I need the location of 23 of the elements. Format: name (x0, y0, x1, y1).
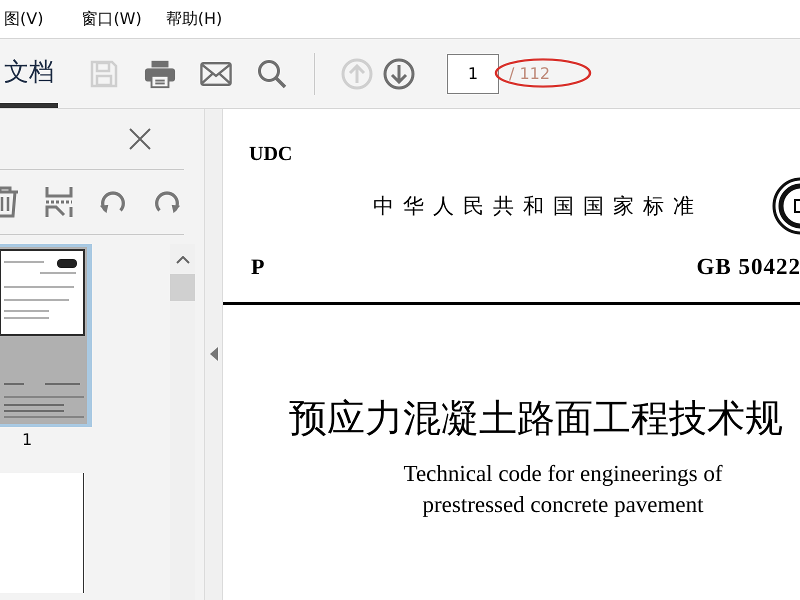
menu-item[interactable]: 窗口(W) (81, 8, 142, 30)
collapse-panel-icon[interactable] (210, 346, 218, 360)
next-page-icon[interactable] (383, 58, 415, 90)
menu-item[interactable]: 图(V) (4, 8, 44, 30)
search-icon[interactable] (256, 58, 288, 88)
scroll-up-icon[interactable] (176, 256, 190, 264)
standard-heading: 中华人民共和国国家标准 (373, 193, 703, 220)
scrollbar-thumb[interactable] (170, 274, 195, 301)
page-total: / 112 (508, 64, 550, 83)
extract-pages-icon[interactable] (44, 186, 74, 218)
page-number-label: 1 (22, 430, 32, 449)
print-icon[interactable] (144, 58, 176, 88)
udc-label: UDC (249, 143, 294, 166)
page-thumbnail[interactable] (0, 473, 84, 593)
english-title-line: Technical code for engineerings of (402, 460, 724, 488)
close-icon[interactable] (128, 127, 152, 151)
document-title: 预应力混凝土路面工程技术规 (289, 397, 784, 442)
page-number-field[interactable]: 1 (447, 54, 499, 94)
standard-number: GB 50422 (696, 254, 800, 280)
classification-code: P (251, 254, 264, 280)
page-thumbnail[interactable] (0, 244, 92, 427)
menu-item[interactable]: 帮助(H) (166, 8, 222, 30)
english-title-line: prestressed concrete pavement (422, 491, 704, 519)
